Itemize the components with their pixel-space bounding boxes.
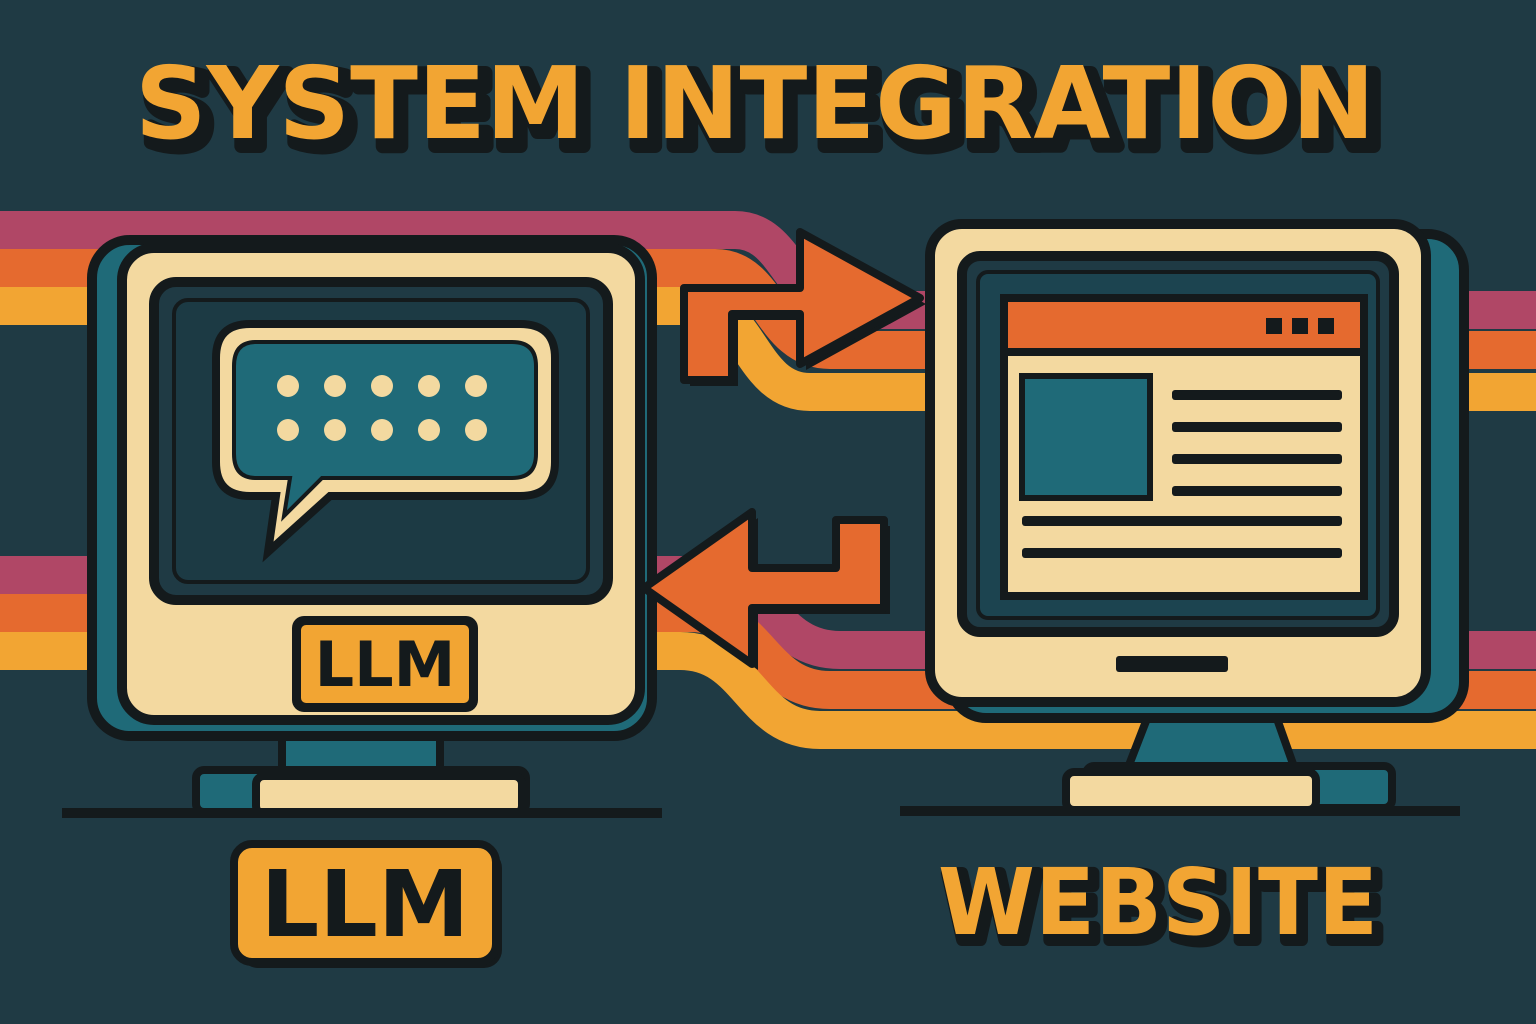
website-baseline (900, 806, 1460, 816)
llm-computer: LLM (87, 235, 657, 818)
llm-label-text: LLM (261, 851, 470, 958)
typing-dot (418, 419, 440, 441)
title-text: SYSTEM INTEGRATION (135, 45, 1375, 162)
browser-image-placeholder (1019, 373, 1153, 501)
text-line (1172, 454, 1342, 464)
llm-screen-badge: LLM (292, 616, 478, 712)
llm-label: LLM (230, 840, 502, 968)
typing-dot (277, 375, 299, 397)
typing-dot (465, 375, 487, 397)
text-line (1172, 390, 1342, 400)
text-line (1022, 516, 1342, 526)
browser-control-dot (1292, 318, 1308, 334)
browser-control-dot (1266, 318, 1282, 334)
website-label: WEBSITE WEBSITE (938, 849, 1390, 968)
llm-screen-badge-text: LLM (315, 628, 456, 701)
typing-dot (418, 375, 440, 397)
typing-dot (324, 419, 346, 441)
typing-dot (465, 419, 487, 441)
browser-title-bar (1000, 294, 1368, 356)
typing-dot (277, 419, 299, 441)
text-line (1172, 486, 1342, 496)
website-computer (925, 219, 1469, 814)
browser-window-icon (1000, 294, 1368, 600)
system-integration-diagram: SYSTEM INTEGRATION SYSTEM INTEGRATION LL… (0, 0, 1536, 1024)
text-line (1172, 422, 1342, 432)
website-monitor-slot (1116, 656, 1228, 672)
typing-dot (324, 375, 346, 397)
website-label-text: WEBSITE (938, 849, 1378, 956)
title: SYSTEM INTEGRATION SYSTEM INTEGRATION (135, 45, 1390, 177)
browser-control-dot (1318, 318, 1334, 334)
website-monitor-base (1062, 768, 1320, 814)
typing-dot (371, 375, 393, 397)
typing-dot (371, 419, 393, 441)
text-line (1022, 548, 1342, 558)
llm-baseline (62, 808, 662, 818)
